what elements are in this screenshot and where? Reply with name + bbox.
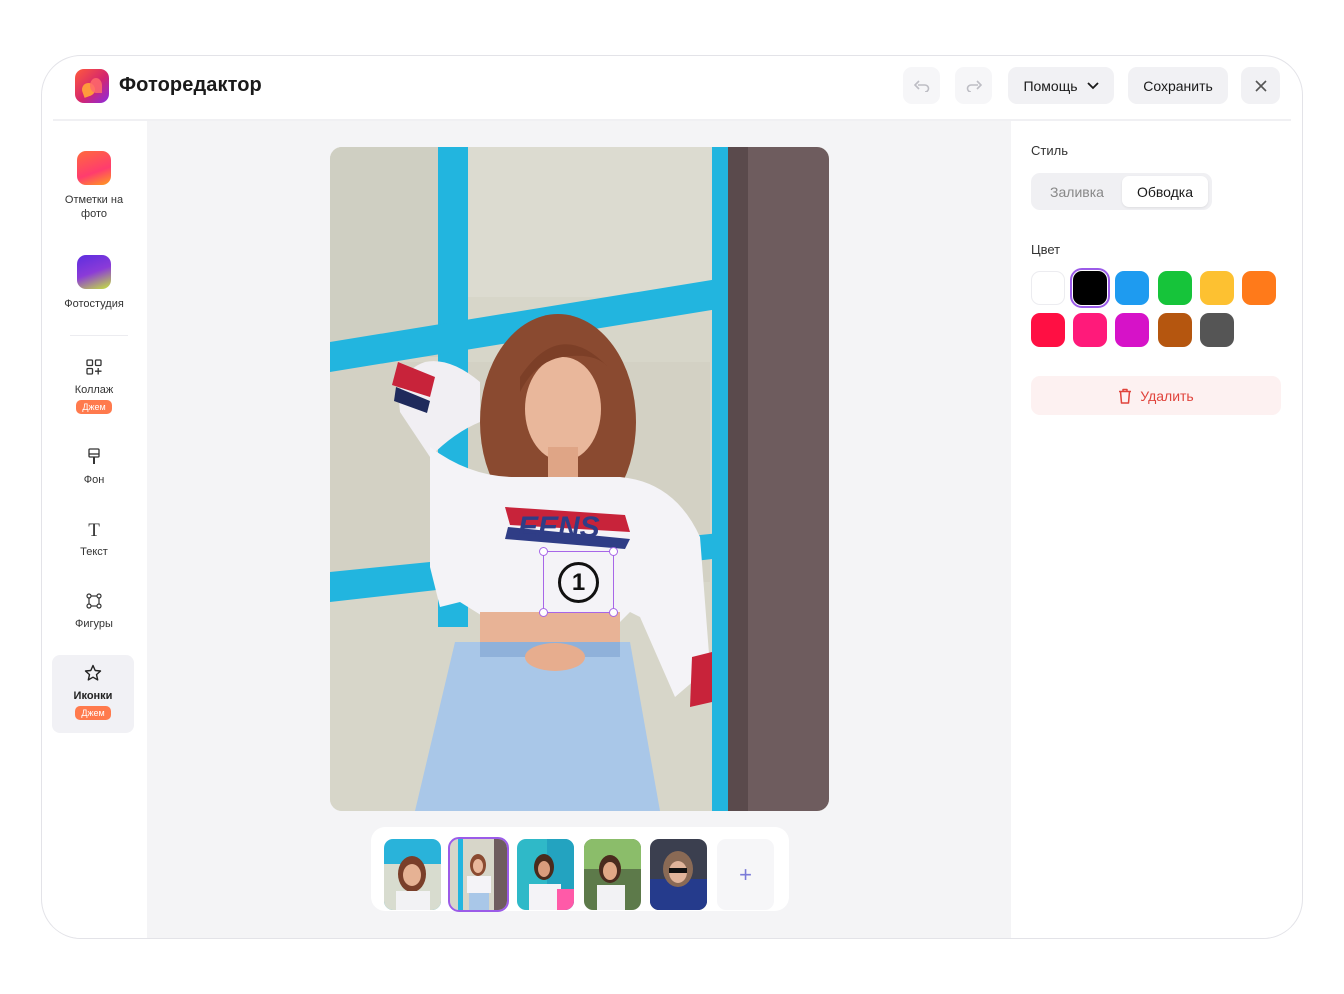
icon-sticker-selection[interactable]: 1 (539, 547, 618, 617)
style-option-stroke[interactable]: Обводка (1122, 176, 1208, 207)
brush-icon (53, 448, 135, 470)
color-label: Цвет (1031, 242, 1061, 257)
edited-photo[interactable]: EENS 1 (330, 147, 829, 811)
sidebar-item-label: Отметки на фото (64, 194, 124, 220)
sidebar-divider (70, 335, 128, 336)
color-swatch[interactable] (1115, 313, 1150, 347)
photo-thumbnail-selected[interactable] (448, 837, 509, 912)
color-swatch[interactable] (1073, 313, 1108, 347)
resize-handle[interactable] (609, 547, 618, 556)
photo-thumbnail[interactable] (650, 839, 707, 910)
app-logo-icon (75, 69, 109, 103)
color-swatch[interactable] (1031, 271, 1065, 305)
properties-panel: Стиль Заливка Обводка Цвет Удалить (1011, 121, 1291, 938)
number-one-circle-icon: 1 (558, 562, 599, 603)
color-swatch[interactable] (1242, 271, 1276, 305)
text-icon: T (88, 520, 100, 541)
app-header: Фоторедактор Помощь Сохранить (42, 56, 1302, 120)
style-label: Стиль (1031, 143, 1068, 158)
redo-button[interactable] (955, 67, 992, 104)
sidebar-item-shapes[interactable]: Фигуры (53, 592, 135, 631)
canvas-workspace: EENS 1 + (147, 121, 1011, 938)
tools-sidebar: Отметки на фото Фотостудия Коллаж Джем Ф… (52, 121, 147, 938)
resize-handle[interactable] (609, 608, 618, 617)
color-swatch[interactable] (1157, 271, 1192, 305)
color-swatch[interactable] (1199, 313, 1234, 347)
color-swatch[interactable] (1070, 268, 1111, 308)
photo-marks-app-icon (77, 151, 111, 185)
sidebar-item-text[interactable]: T Текст (53, 520, 135, 559)
undo-icon (913, 79, 929, 92)
jam-badge: Джем (75, 706, 111, 720)
sidebar-item-icons[interactable]: Иконки Джем (52, 655, 134, 733)
sidebar-item-label: Фотостудия (64, 298, 124, 310)
sidebar-item-label: Фигуры (75, 618, 113, 630)
help-label: Помощь (1023, 77, 1078, 94)
help-dropdown-button[interactable]: Помощь (1008, 67, 1114, 104)
sidebar-item-label: Текст (80, 546, 108, 558)
add-photo-button[interactable]: + (717, 839, 774, 910)
sidebar-item-label: Коллаж (74, 384, 114, 396)
redo-icon (966, 79, 982, 92)
resize-handle[interactable] (539, 608, 548, 617)
style-option-fill[interactable]: Заливка (1034, 176, 1120, 207)
jam-badge: Джем (76, 400, 112, 414)
color-swatch[interactable] (1115, 271, 1150, 305)
photo-thumbnail[interactable] (384, 839, 441, 910)
close-icon (1254, 79, 1267, 92)
color-swatch[interactable] (1199, 271, 1234, 305)
app-title: Фоторедактор (119, 74, 262, 96)
photo-studio-app-icon (77, 255, 111, 289)
shirt-print-text: EENS (518, 511, 600, 544)
color-swatch[interactable] (1157, 313, 1192, 347)
collage-icon (53, 358, 135, 380)
style-segmented-control: Заливка Обводка (1031, 173, 1212, 210)
sidebar-item-photo-studio[interactable]: Фотостудия (53, 255, 135, 311)
trash-icon (1119, 388, 1132, 404)
color-swatch[interactable] (1031, 313, 1065, 347)
app-window: Фоторедактор Помощь Сохранить Отметки на… (41, 55, 1303, 939)
sidebar-item-collage[interactable]: Коллаж Джем (53, 358, 135, 414)
sidebar-item-background[interactable]: Фон (53, 448, 135, 487)
save-button[interactable]: Сохранить (1128, 67, 1228, 104)
delete-label: Удалить (1140, 387, 1194, 404)
photo-thumbnail-strip: + (371, 827, 789, 912)
undo-button[interactable] (903, 67, 940, 104)
resize-handle[interactable] (539, 547, 548, 556)
sidebar-item-label: Иконки (73, 690, 113, 702)
delete-button[interactable]: Удалить (1031, 376, 1281, 415)
sticker-number: 1 (571, 568, 586, 596)
chevron-down-icon (1086, 81, 1099, 89)
shapes-icon (53, 592, 135, 614)
photo-thumbnail[interactable] (584, 839, 641, 910)
sidebar-item-label: Фон (83, 474, 105, 486)
photo-thumbnail[interactable] (517, 839, 574, 910)
star-icon (52, 664, 134, 686)
sidebar-item-photo-marks[interactable]: Отметки на фото (53, 151, 135, 221)
photo-illustration: EENS (330, 147, 829, 811)
close-button[interactable] (1241, 67, 1280, 104)
